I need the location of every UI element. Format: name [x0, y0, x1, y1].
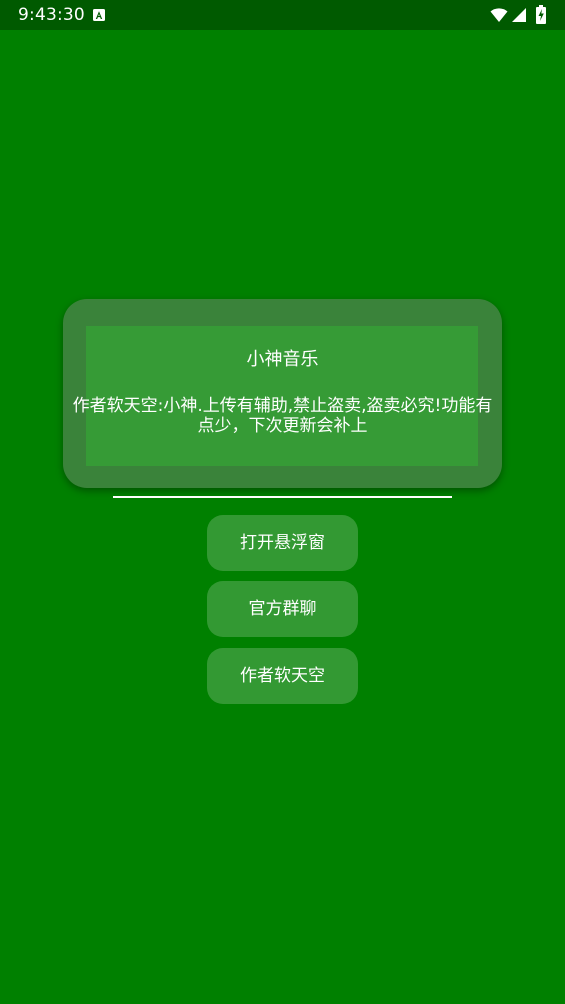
- status-bar: 9:43:30: [0, 0, 565, 30]
- author-button[interactable]: 作者软天空: [207, 648, 358, 704]
- font-a-notification-icon: [93, 9, 105, 21]
- status-time: 9:43:30: [18, 5, 85, 25]
- cell-signal-icon: [512, 8, 526, 22]
- official-group-button[interactable]: 官方群聊: [207, 581, 358, 637]
- dialog-title: 小神音乐: [246, 349, 319, 370]
- dialog-message: 作者软天空:小神.上传有辅助,禁止盗卖,盗卖必究!功能有点少，下次更新会补上: [72, 396, 493, 436]
- wifi-icon: [490, 8, 508, 22]
- info-dialog: [63, 299, 502, 488]
- battery-charging-icon: [536, 5, 546, 24]
- open-float-window-button[interactable]: 打开悬浮窗: [207, 515, 358, 571]
- divider: [113, 496, 452, 498]
